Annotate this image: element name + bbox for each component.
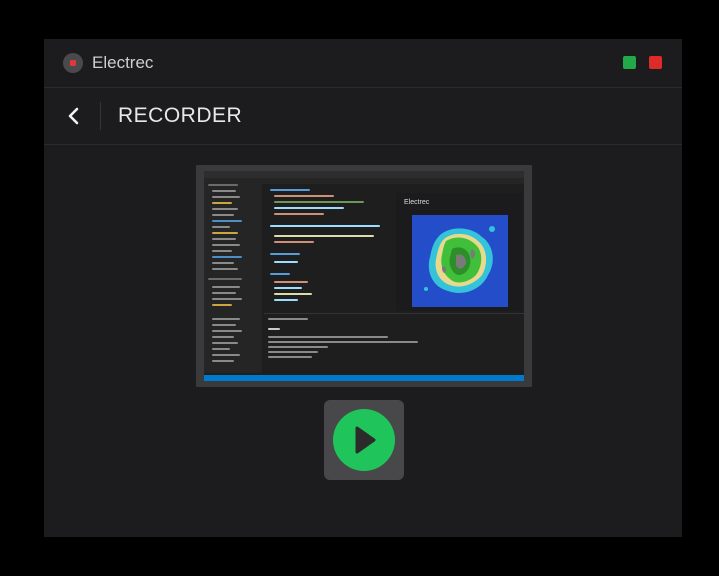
title-bar: Electrec — [44, 39, 682, 88]
play-icon — [355, 426, 376, 454]
preview-webview: Electrec — [396, 193, 522, 311]
maximize-button[interactable] — [623, 56, 636, 69]
preview-statusbar — [204, 375, 524, 381]
preview-webview-title: Electrec — [404, 199, 430, 206]
close-button[interactable] — [649, 56, 662, 69]
app-title: Electrec — [92, 53, 154, 72]
play-circle — [333, 409, 395, 471]
header-divider — [100, 102, 101, 130]
recording-preview: Electrec — [196, 165, 532, 387]
app-window: Electrec RECORDER Electrec — [44, 39, 682, 537]
preview-sidebar — [204, 178, 262, 373]
preview-menubar — [204, 171, 524, 178]
preview-editor — [264, 185, 392, 311]
page-title: RECORDER — [118, 104, 243, 127]
preview-terminal — [264, 313, 524, 373]
preview-tabs — [262, 178, 524, 184]
record-icon — [63, 53, 83, 73]
page-header: RECORDER — [44, 88, 682, 145]
play-button[interactable] — [324, 400, 404, 480]
chevron-left-icon — [68, 107, 79, 125]
preview-screenshot: Electrec — [204, 171, 524, 381]
terrain-map-image — [412, 215, 508, 307]
back-button[interactable] — [62, 104, 86, 128]
